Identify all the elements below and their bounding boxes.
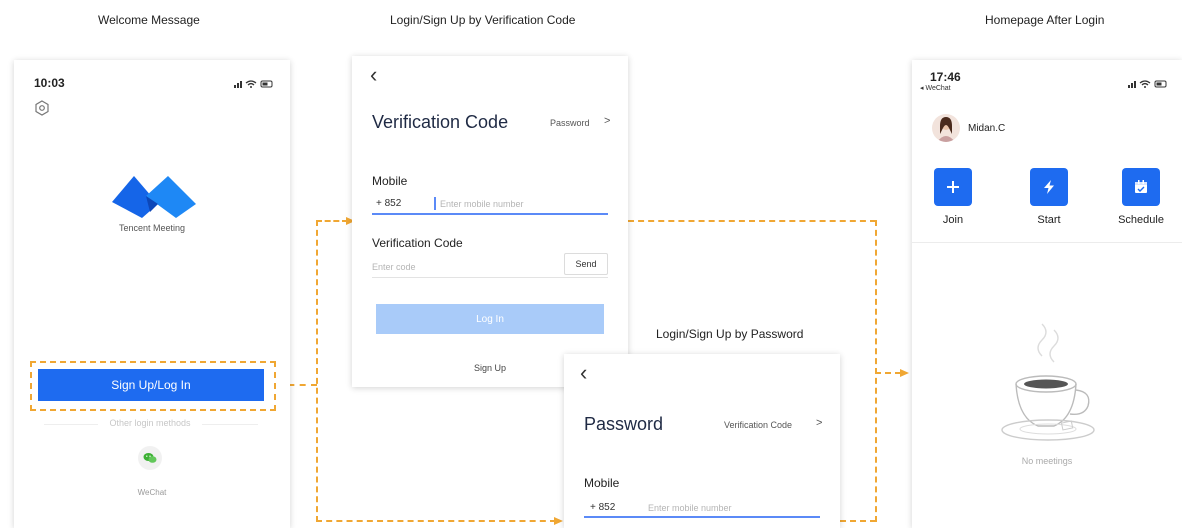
join-button[interactable] (934, 168, 972, 206)
page-title: Password (584, 414, 664, 434)
mobile-label: Mobile (372, 174, 408, 188)
chevron-right-icon[interactable]: > (816, 417, 822, 429)
status-icons (232, 76, 274, 94)
mobile-label: Mobile (584, 476, 620, 490)
flow-connector (316, 220, 348, 222)
start-button[interactable] (1030, 168, 1068, 206)
flow-arrow (900, 369, 909, 377)
page-title: Verification Code (372, 112, 509, 132)
lightning-icon (1044, 180, 1054, 194)
back-to-wechat[interactable]: ◂ WeChat (920, 84, 951, 92)
avatar[interactable] (932, 114, 960, 142)
status-time: 17:46 (930, 70, 961, 84)
country-code[interactable]: + 852 (590, 502, 615, 513)
flow-connector (875, 372, 901, 374)
welcome-screen: 10:03 Tencent Meeting Sign Up/Log In Oth… (14, 60, 290, 528)
flow-connector (316, 520, 556, 522)
status-icons (1126, 76, 1168, 94)
login-button[interactable]: Log In (376, 304, 604, 334)
mobile-input-underline (584, 516, 820, 518)
start-label: Start (1037, 214, 1061, 226)
code-label: Verification Code (372, 236, 463, 250)
homepage-screen: 17:46 ◂ WeChat Midan.C Join Start Schedu… (912, 60, 1182, 528)
back-arrow-icon[interactable]: ‹ (370, 62, 377, 88)
divider (912, 242, 1182, 243)
caption-homepage: Homepage After Login (985, 13, 1105, 27)
calendar-icon (1135, 180, 1147, 193)
back-arrow-icon[interactable]: ‹ (580, 360, 587, 386)
schedule-label: Schedule (1118, 214, 1164, 226)
verification-code-link[interactable]: Verification Code (724, 420, 792, 430)
empty-state-text: No meetings (1021, 456, 1073, 466)
caption-welcome: Welcome Message (98, 13, 200, 27)
app-name: Tencent Meeting (118, 223, 186, 233)
caption-verification-code: Login/Sign Up by Verification Code (390, 13, 576, 27)
schedule-button[interactable] (1122, 168, 1160, 206)
mobile-input-underline (372, 213, 608, 215)
flow-connector (875, 220, 877, 522)
settings-icon[interactable] (34, 100, 50, 121)
join-label: Join (942, 214, 964, 226)
highlight-box (30, 361, 276, 411)
code-input[interactable]: Enter code (372, 262, 416, 272)
password-screen: ‹ Password Verification Code > Mobile + … (564, 354, 840, 528)
flow-connector (840, 520, 876, 522)
wechat-icon[interactable] (138, 446, 162, 470)
mobile-input[interactable]: Enter mobile number (440, 199, 524, 209)
verification-screen: ‹ Verification Code Password > Mobile + … (352, 56, 628, 387)
flow-connector (628, 220, 876, 222)
caption-password: Login/Sign Up by Password (656, 327, 804, 341)
chevron-right-icon[interactable]: > (604, 115, 610, 127)
send-button[interactable]: Send (564, 253, 608, 275)
wechat-label: WeChat (137, 488, 167, 497)
other-methods-label: Other login methods (98, 418, 202, 428)
code-input-underline (372, 277, 608, 278)
flow-arrow (554, 517, 563, 525)
country-code[interactable]: + 852 (376, 198, 401, 209)
text-cursor (434, 197, 436, 210)
flow-connector (316, 220, 318, 522)
password-link[interactable]: Password (550, 118, 590, 128)
coffee-cup-icon (994, 318, 1104, 455)
user-name: Midan.C (968, 123, 1006, 134)
status-time: 10:03 (34, 76, 65, 90)
plus-icon (947, 181, 959, 193)
tencent-meeting-logo (110, 172, 198, 225)
mobile-input[interactable]: Enter mobile number (648, 503, 732, 513)
